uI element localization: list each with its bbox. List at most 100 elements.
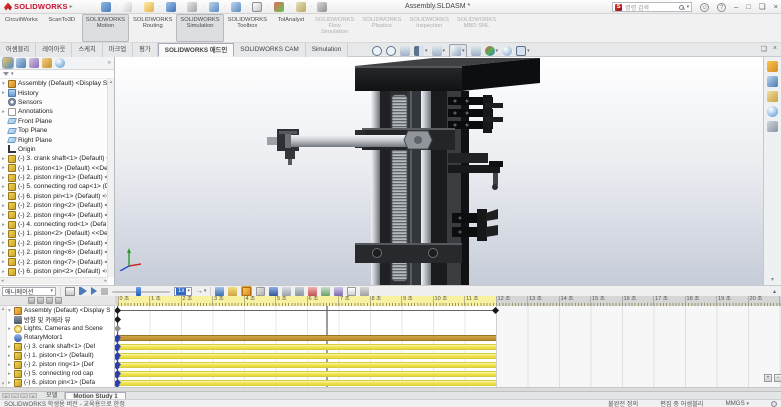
hide-show-items-control[interactable] bbox=[471, 46, 481, 56]
print-icon[interactable] bbox=[187, 2, 197, 12]
document-restore-icon[interactable]: ❏ bbox=[761, 45, 767, 53]
tab-scroll-last-icon[interactable]: » bbox=[29, 393, 37, 398]
user-icon[interactable]: ☺ bbox=[700, 3, 709, 12]
save-animation-button[interactable] bbox=[215, 287, 224, 296]
motion-tree-item[interactable]: ▸(-) 3. crank shaft<1> (Def bbox=[8, 342, 115, 351]
change-bar[interactable] bbox=[118, 362, 496, 368]
auto-key-button[interactable] bbox=[241, 286, 252, 297]
change-bar[interactable] bbox=[118, 380, 496, 386]
timeline-row[interactable] bbox=[115, 342, 781, 351]
spring-button[interactable] bbox=[282, 287, 291, 296]
tree-item[interactable]: ▸(-) 5. connecting rod cap<1> (D bbox=[0, 182, 108, 191]
tree-item[interactable]: ▸(-) 6. piston pin<2> (Default) << bbox=[0, 267, 108, 276]
filter-results-icon[interactable] bbox=[55, 297, 62, 304]
select-icon[interactable] bbox=[252, 2, 262, 12]
section-view-caret-icon[interactable]: ▾ bbox=[425, 48, 428, 54]
timeline-row[interactable] bbox=[115, 333, 781, 342]
tab-마크업[interactable]: 마크업 bbox=[103, 43, 133, 57]
custom-properties-icon[interactable] bbox=[767, 121, 778, 132]
apply-scene-control[interactable] bbox=[502, 46, 512, 56]
feature-tree-vertical-scrollbar[interactable]: ▴ bbox=[107, 79, 114, 277]
tab-scroll-first-icon[interactable]: « bbox=[2, 393, 10, 398]
change-bar[interactable] bbox=[118, 371, 496, 377]
feature-tree-horizontal-scrollbar[interactable]: ◂ ▸ bbox=[0, 277, 108, 284]
redo-icon[interactable] bbox=[231, 2, 241, 12]
tree-item[interactable]: Top Plane bbox=[0, 126, 108, 135]
contact-button[interactable] bbox=[321, 287, 330, 296]
motion-tree-item[interactable]: ▾Assembly (Default) <Display S bbox=[8, 306, 115, 315]
file-explorer-icon[interactable] bbox=[767, 91, 778, 102]
graphics-viewport[interactable] bbox=[115, 57, 763, 285]
motion-tree-item[interactable]: ▸(-) 5. connecting rod cap bbox=[8, 369, 115, 378]
document-close-icon[interactable]: × bbox=[773, 45, 777, 53]
animation-wizard-button[interactable] bbox=[228, 287, 237, 296]
change-bar[interactable] bbox=[118, 335, 496, 341]
new-document-icon[interactable] bbox=[122, 2, 132, 12]
motion-tree-item[interactable]: RotaryMotor1 bbox=[8, 333, 115, 342]
timeline-row[interactable] bbox=[115, 315, 781, 324]
search-icon[interactable] bbox=[679, 5, 684, 10]
close-button[interactable]: × bbox=[774, 1, 778, 13]
panel-flyout-arrow-icon[interactable]: » bbox=[108, 60, 111, 66]
key-point[interactable] bbox=[115, 307, 121, 314]
options-icon[interactable] bbox=[317, 2, 327, 12]
displaymanager-tab-icon[interactable] bbox=[55, 58, 65, 68]
tree-item[interactable]: ▸(-) 2. piston ring<2> (Default) < bbox=[0, 201, 108, 210]
home-icon[interactable] bbox=[101, 2, 111, 12]
status-options-icon[interactable] bbox=[771, 401, 777, 407]
display-style-control[interactable]: ▾ bbox=[449, 44, 467, 58]
timeline-row[interactable] bbox=[115, 306, 781, 315]
tree-item[interactable]: ▸(-) 2. piston ring<6> (Default) < bbox=[0, 248, 108, 257]
scroll-right-icon[interactable]: ▸ bbox=[104, 278, 107, 284]
tree-item[interactable]: ▸(-) 2. piston ring<5> (Default) < bbox=[0, 239, 108, 248]
motion-tree-item[interactable]: ▸(-) 2. piston ring<1> (Def bbox=[8, 360, 115, 369]
add-key-button[interactable] bbox=[256, 287, 265, 296]
tree-item[interactable]: Right Plane bbox=[0, 135, 108, 144]
key-point[interactable] bbox=[492, 307, 499, 314]
key-point[interactable] bbox=[115, 325, 121, 332]
motion-tree-item[interactable]: ▸Lights, Cameras and Scene bbox=[8, 324, 115, 333]
tree-item[interactable]: Sensors bbox=[0, 98, 108, 107]
tab-solidworks-애드인[interactable]: SOLIDWORKS 애드인 bbox=[158, 43, 235, 57]
force-button[interactable] bbox=[308, 287, 317, 296]
filter-selected-icon[interactable] bbox=[46, 297, 53, 304]
save-icon[interactable] bbox=[166, 2, 176, 12]
timeline-row[interactable] bbox=[115, 378, 781, 387]
search-caret-icon[interactable]: ▾ bbox=[687, 4, 690, 10]
tree-item[interactable]: ▸(-) 2. piston ring<7> (Default) < bbox=[0, 257, 108, 266]
solidworks-logo[interactable]: SOLIDWORKS ▸ bbox=[0, 2, 79, 11]
menu-expand-arrow-icon[interactable]: ▸ bbox=[70, 3, 73, 10]
tree-item[interactable]: ▸(-) 2. piston ring<4> (Default) < bbox=[0, 210, 108, 219]
featuremanager-tree-tab-icon[interactable] bbox=[3, 58, 13, 68]
rebuild-icon[interactable] bbox=[274, 2, 284, 12]
stop-icon[interactable] bbox=[101, 288, 108, 295]
scroll-up-icon[interactable]: ▴ bbox=[0, 306, 6, 312]
slider-thumb-icon[interactable] bbox=[136, 287, 141, 296]
timeline-row[interactable] bbox=[115, 351, 781, 360]
study-tab-모델[interactable]: 모델 bbox=[39, 392, 65, 399]
timeline-row[interactable] bbox=[115, 360, 781, 369]
command-search[interactable]: S 명령 검색 ▾ bbox=[612, 2, 692, 12]
undo-icon[interactable] bbox=[209, 2, 219, 12]
ribbon-button-solidworks-simulation[interactable]: SOLIDWORKSSimulation bbox=[176, 14, 223, 42]
tree-item[interactable]: ▸(-) 1. piston<1> (Default) <<Def bbox=[0, 164, 108, 173]
tree-item[interactable]: ▸Annotations bbox=[0, 107, 108, 116]
playback-speed-slider[interactable] bbox=[112, 287, 170, 296]
help-icon[interactable]: ? bbox=[717, 3, 726, 12]
results-and-plots-button[interactable] bbox=[347, 287, 356, 296]
motion-tree-vertical-scrollbar[interactable]: ▴ ▾ bbox=[0, 306, 7, 387]
display-style-caret-icon[interactable]: ▾ bbox=[462, 48, 465, 54]
motionmanager-collapse-icon[interactable]: ▴ bbox=[773, 288, 779, 295]
motion-tree-item[interactable]: ▸(-) 6. piston pin<1> (Defa bbox=[8, 378, 115, 387]
gravity-button[interactable] bbox=[334, 287, 343, 296]
motion-tree-item[interactable]: 방향 및 카메라 뷰 bbox=[8, 315, 115, 324]
edit-appearance-caret-icon[interactable]: ▾ bbox=[496, 48, 499, 54]
status-units[interactable]: MMGS ▾ bbox=[726, 400, 750, 407]
timeline-ruler[interactable]: 0 초1 초2 초3 초4 초5 초6 초7 초8 초9 초10 초11 초12… bbox=[115, 296, 781, 306]
file-properties-icon[interactable] bbox=[296, 2, 306, 12]
motion-tree-item[interactable]: ▸(-) 1. piston<1> (Default) bbox=[8, 351, 115, 360]
motion-study-properties-button[interactable] bbox=[360, 287, 369, 296]
tab-solidworks-cam[interactable]: SOLIDWORKS CAM bbox=[234, 43, 305, 57]
tab-레이아웃[interactable]: 레이아웃 bbox=[36, 43, 72, 57]
ribbon-button-scanto3d[interactable]: ScanTo3D bbox=[42, 14, 82, 42]
